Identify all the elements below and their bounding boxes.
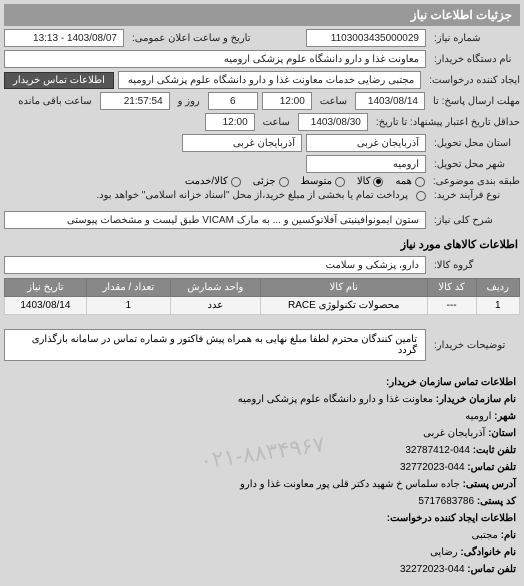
td-name: محصولات تکنولوژی RACE [260,297,427,315]
day-label: روز و [174,96,204,107]
lname-value: رضایی [430,547,458,558]
radio-mid[interactable]: متوسط [301,176,345,187]
desc-field: ستون ایمونوافینیتی آفلاتوکسین و ... به م… [4,211,426,229]
td-unit: عدد [170,297,260,315]
announce-label: تاریخ و ساعت اعلان عمومی: [128,33,302,44]
contact-button[interactable]: اطلاعات تماس خریدار [4,72,114,89]
radio-all[interactable]: همه [395,176,424,187]
goods-table: ردیف کد کالا نام کالا واحد شمارش تعداد /… [4,278,520,315]
name-value: مجتبی [472,530,498,541]
td-qty: 1 [86,297,170,315]
province-label: استان محل تحویل: [430,138,520,149]
row-requester: ایجاد کننده درخواست: مجتبی رضایی خدمات م… [4,71,520,89]
contact-title: اطلاعات تماس سازمان خریدار: [386,377,516,388]
address-label: آدرس پستی: [463,479,516,490]
table-header-row: ردیف کد کالا نام کالا واحد شمارش تعداد /… [5,279,520,297]
announce-field: 1403/08/07 - 13:13 [4,29,124,47]
buyer-label: نام دستگاه خریدار: [430,54,520,65]
process-label: نوع فرآیند خرید: [430,190,520,201]
city-label: شهر محل تحویل: [430,159,520,170]
postal-label: کد پستی: [477,496,516,507]
th-qty: تعداد / مقدار [86,279,170,297]
ccity-value: ارومیه [465,411,491,422]
fax-label: تلفن تماس: [467,462,516,473]
row-province: استان محل تحویل: آذربایجان غربی آذربایجا… [4,134,520,152]
contact-section: ۰۲۱-۸۸۳۴۹۶۷ اطلاعات تماس سازمان خریدار: … [4,370,520,582]
ccity-label: شهر: [494,411,516,422]
org-value: معاونت غذا و دارو دانشگاه علوم پزشکی ارو… [238,394,433,405]
time-label-2: ساعت [259,117,294,128]
address-value: جاده سلماس خ شهید دکتر قلی پور معاونت غذ… [240,479,460,490]
rphone-label: تلفن تماس: [467,564,516,575]
requester-label: ایجاد کننده درخواست: [425,75,520,86]
valid-label: حداقل تاریخ اعتبار پیشنهاد: تا تاریخ: [372,117,520,128]
requester-field: مجتبی رضایی خدمات معاونت غذا و دارو دانش… [118,71,421,89]
row-number: شماره نیاز: 1103003435000029 تاریخ و ساع… [4,29,520,47]
city-field: ارومیه [306,155,426,173]
number-label: شماره نیاز: [430,33,520,44]
row-valid: حداقل تاریخ اعتبار پیشنهاد: تا تاریخ: 14… [4,113,520,131]
deadline-time-field: 12:00 [262,92,312,110]
row-buyer: نام دستگاه خریدار: معاونت غذا و دارو دان… [4,50,520,68]
province-field-2: آذربایجان غربی [182,134,302,152]
deadline-label: مهلت ارسال پاسخ: تا [429,96,520,107]
valid-date-field: 1403/08/30 [298,113,368,131]
th-row: ردیف [476,279,519,297]
buyer-note-label: توضیحات خریدار: [430,340,520,351]
radio-service[interactable]: کالا/خدمت [185,176,241,187]
days-field: 6 [208,92,258,110]
group-label: گروه کالا: [430,260,520,271]
desc-label: شرح کلی نیاز: [430,215,520,226]
row-category: طبقه بندی موضوعی: همه کالا متوسط جزئی کا… [4,176,520,187]
buyer-field: معاونت غذا و دارو دانشگاه علوم پزشکی ارو… [4,50,426,68]
time-label-1: ساعت [316,96,351,107]
td-code: --- [427,297,476,315]
table-row: 1 --- محصولات تکنولوژی RACE عدد 1 1403/0… [5,297,520,315]
row-process: نوع فرآیند خرید: پرداخت تمام یا بخشی از … [4,190,520,201]
number-field: 1103003435000029 [306,29,426,47]
postal-value: 5717683786 [418,496,474,507]
category-label: طبقه بندی موضوعی: [429,176,520,187]
req-title: اطلاعات ایجاد کننده درخواست: [387,513,516,524]
radio-small[interactable]: جزئی [253,176,289,187]
note-box: تامین کنندگان محترم لطفا مبلغ نهایی به ه… [4,329,426,361]
td-date: 1403/08/14 [5,297,87,315]
th-name: نام کالا [260,279,427,297]
cprovince-label: استان: [488,428,516,439]
remain-time-field: 21:57:54 [100,92,170,110]
row-city: شهر محل تحویل: ارومیه [4,155,520,173]
org-label: نام سازمان خریدار: [436,394,516,405]
deadline-date-field: 1403/08/14 [355,92,425,110]
rphone-value: 044-32272023 [400,564,465,575]
form-container: جزئیات اطلاعات نیاز شماره نیاز: 11030034… [0,0,524,586]
group-field: دارو، پزشکی و سلامت [4,256,426,274]
radio-goods[interactable]: کالا [357,176,384,187]
name-label: نام: [501,530,516,541]
cprovince-value: آذربایجان غربی [423,428,485,439]
section-header: جزئیات اطلاعات نیاز [4,4,520,26]
province-field-1: آذربایجان غربی [306,134,426,152]
th-code: کد کالا [427,279,476,297]
phone-label: تلفن ثابت: [473,445,516,456]
category-radios: همه کالا متوسط جزئی کالا/خدمت [185,176,425,187]
row-group: گروه کالا: دارو، پزشکی و سلامت [4,256,520,274]
phone-value: 044-32787412 [405,445,470,456]
remain-label: ساعت باقی مانده [14,96,95,107]
valid-time-field: 12:00 [205,113,255,131]
process-text: پرداخت تمام یا بخشی از مبلغ خرید،از محل … [4,190,412,201]
th-unit: واحد شمارش [170,279,260,297]
td-idx: 1 [476,297,519,315]
fax-value: 044-32772023 [400,462,465,473]
row-desc: شرح کلی نیاز: ستون ایمونوافینیتی آفلاتوک… [4,211,520,229]
process-check [416,191,426,201]
row-buyer-note: توضیحات خریدار: تامین کنندگان محترم لطفا… [4,323,520,367]
th-date: تاریخ نیاز [5,279,87,297]
row-deadline: مهلت ارسال پاسخ: تا 1403/08/14 ساعت 12:0… [4,92,520,110]
lname-label: نام خانوادگی: [460,547,516,558]
goods-section-title: اطلاعات کالاهای مورد نیاز [4,232,520,253]
